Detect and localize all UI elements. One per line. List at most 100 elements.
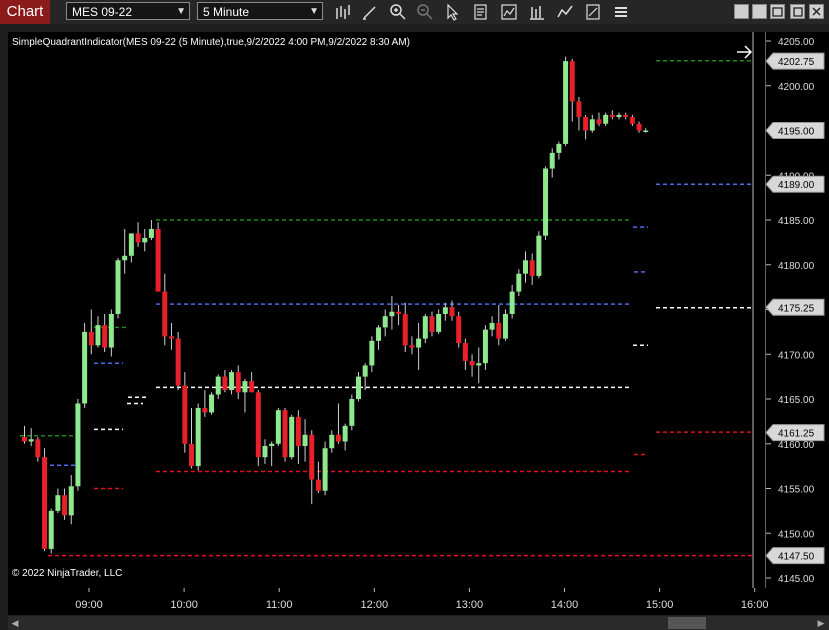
candle <box>482 325 488 370</box>
candle-body <box>28 439 34 442</box>
candle <box>409 336 415 355</box>
price-tick-label: 4180.00 <box>778 261 815 272</box>
bar-type-icon[interactable] <box>334 3 352 21</box>
restore-icon[interactable] <box>752 4 767 19</box>
candle <box>616 112 622 120</box>
candle <box>315 461 321 493</box>
candle-body <box>396 311 402 314</box>
candle <box>175 331 181 391</box>
tile-icon[interactable] <box>734 4 749 19</box>
indicators-icon[interactable] <box>500 3 518 21</box>
chart-trader-icon[interactable] <box>556 3 574 21</box>
instrument-selector[interactable]: MES 09-22 ▼ <box>66 2 190 20</box>
candle-body <box>242 381 248 393</box>
zoom-in-icon[interactable] <box>389 3 407 21</box>
scroll-left-icon[interactable]: ◀ <box>9 617 21 629</box>
close-icon[interactable] <box>809 4 824 19</box>
price-axis[interactable]: 4205.004200.004195.004190.004185.004180.… <box>765 32 829 588</box>
price-tick-label: 4200.00 <box>778 82 815 93</box>
pointer-icon[interactable] <box>444 3 462 21</box>
candle-body <box>295 416 301 446</box>
candle <box>643 128 649 133</box>
candle <box>583 114 589 140</box>
time-axis[interactable]: 09:00 10:00 11:00 12:00 13:00 14:00 15:00 16:00 <box>8 588 829 615</box>
candle <box>536 231 542 279</box>
zoom-out-icon[interactable] <box>416 3 434 21</box>
indicator-label: SimpleQuadrantIndicator(MES 09-22 (5 Min… <box>12 37 410 48</box>
candle-body <box>556 143 562 153</box>
candle-body <box>382 316 388 328</box>
chevron-down-icon: ▼ <box>309 6 319 17</box>
candle <box>416 322 422 370</box>
candle-body <box>549 152 555 169</box>
candle <box>128 233 134 263</box>
candle <box>229 369 235 395</box>
candle <box>148 220 154 241</box>
candle <box>543 166 549 241</box>
candle <box>202 390 208 417</box>
price-chart[interactable] <box>8 32 765 588</box>
candle <box>376 325 382 350</box>
candle <box>122 228 128 274</box>
drawing-pencil-icon[interactable] <box>361 3 379 21</box>
candle <box>162 273 168 346</box>
price-tick-label: 4170.00 <box>778 350 815 361</box>
candle-body <box>115 260 121 314</box>
candle-body <box>309 434 315 480</box>
candle-body <box>168 336 174 339</box>
candle <box>262 439 268 464</box>
scroll-right-icon[interactable]: ▶ <box>815 617 827 629</box>
candle-body <box>636 123 642 131</box>
candle-body <box>389 311 395 317</box>
candle <box>529 253 535 285</box>
data-box-icon[interactable] <box>472 3 490 21</box>
candle-body <box>536 235 542 276</box>
minimize-icon[interactable] <box>790 4 805 19</box>
candle-body <box>282 410 288 458</box>
price-tag-label: 4189.00 <box>778 180 815 191</box>
scroll-thumb[interactable] <box>668 617 706 629</box>
price-tick-label: 4145.00 <box>778 574 815 585</box>
price-tick-label: 4205.00 <box>778 37 815 48</box>
candle-body <box>202 407 208 413</box>
candle-body <box>269 443 275 446</box>
candle-body <box>229 372 235 391</box>
candle <box>469 354 475 377</box>
candle-body <box>442 307 448 314</box>
candle-body <box>155 228 161 292</box>
candle <box>75 399 81 491</box>
time-tick-label: 09:00 <box>75 599 103 611</box>
more-icon[interactable] <box>612 3 630 21</box>
candle-body <box>35 439 41 458</box>
candle <box>302 419 308 462</box>
properties-icon[interactable] <box>584 3 602 21</box>
candle-body <box>102 325 108 348</box>
candle-body <box>362 365 368 377</box>
candle <box>295 410 301 464</box>
candle <box>289 414 295 460</box>
candle-body <box>482 329 488 364</box>
candle <box>115 258 121 319</box>
strategies-icon[interactable] <box>528 3 546 21</box>
interval-selector[interactable]: 5 Minute ▼ <box>197 2 323 20</box>
candle <box>502 309 508 341</box>
time-tick-label: 12:00 <box>361 599 389 611</box>
candle-body <box>596 119 602 124</box>
candle <box>275 407 281 446</box>
candle-body <box>122 255 128 261</box>
candle <box>563 56 569 147</box>
candle-body <box>476 363 482 366</box>
candle <box>322 441 328 496</box>
horizontal-scrollbar[interactable]: ◀ ▶ <box>8 616 829 630</box>
candle <box>108 309 114 357</box>
chart-panel[interactable]: SimpleQuadrantIndicator(MES 09-22 (5 Min… <box>8 32 765 588</box>
candle-body <box>209 394 215 413</box>
candle-body <box>275 410 281 444</box>
candle-body <box>376 327 382 341</box>
maximize-icon[interactable] <box>770 4 785 19</box>
instrument-value: MES 09-22 <box>72 5 133 19</box>
chart-tab[interactable]: Chart <box>0 0 50 24</box>
candle <box>496 305 502 346</box>
price-tick-label: 4165.00 <box>778 395 815 406</box>
candle-body <box>289 416 295 458</box>
